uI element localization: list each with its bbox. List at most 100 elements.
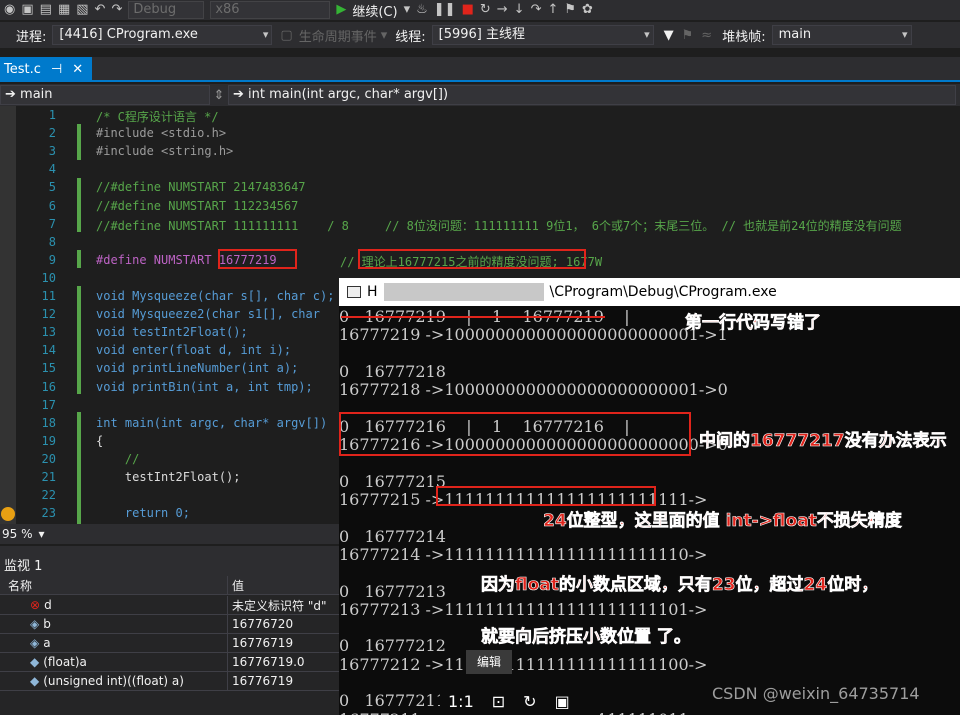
console-line: 0 16777213: [339, 581, 446, 601]
redo-icon[interactable]: ↷: [111, 0, 122, 20]
function-label: int main(int argc, char* argv[]): [248, 87, 449, 102]
watch-name-cell[interactable]: ◆ (unsigned int)((float) a): [0, 671, 228, 691]
zoom-level[interactable]: 95 %: [2, 527, 33, 541]
line-number: 3: [48, 144, 56, 159]
undo-icon[interactable]: ↶: [95, 0, 106, 20]
watch-value[interactable]: 16776720: [228, 617, 293, 631]
edit-button[interactable]: 编辑: [466, 650, 512, 674]
watch-value[interactable]: 16776719: [228, 674, 293, 688]
watch-row[interactable]: ◆ (unsigned int)((float) a) 16776719: [0, 671, 340, 691]
step-into-icon[interactable]: ↓: [514, 0, 525, 20]
code-line: //#define NUMSTART 111111111 / 8 // 8位没问…: [96, 218, 902, 233]
console-line: 0 16777215: [339, 471, 446, 491]
lifecycle-dropdown-icon[interactable]: ▾: [381, 28, 388, 43]
new-project-icon[interactable]: ▣: [21, 0, 33, 20]
save-all-icon[interactable]: ▧: [76, 0, 88, 20]
code-line: /* C程序设计语言 */: [96, 110, 219, 124]
annotation-box-24bits: [436, 486, 656, 506]
watch-row[interactable]: ◆ (float)a 16776719.0: [0, 652, 340, 672]
breakpoint-icon[interactable]: [1, 507, 15, 521]
step-over-icon[interactable]: ↷: [531, 0, 542, 20]
flag-icon[interactable]: ⚑: [682, 28, 694, 43]
play-icon[interactable]: ▶: [336, 0, 346, 20]
stop-icon[interactable]: ■: [462, 0, 474, 20]
column-name[interactable]: 名称: [0, 575, 228, 595]
function-select[interactable]: ➔ int main(int argc, char* argv[]): [228, 85, 956, 105]
stackframe-select[interactable]: main: [771, 25, 912, 45]
show-next-statement-icon[interactable]: →: [497, 0, 508, 20]
line-number: 23: [41, 506, 56, 521]
annotation-box-define: [218, 249, 297, 269]
annotation-box-16777216: [339, 412, 691, 456]
continue-button[interactable]: 继续(C): [352, 1, 397, 20]
line-number: 20: [41, 451, 56, 466]
rotate-icon[interactable]: ↻: [523, 692, 536, 711]
change-marker: [77, 178, 81, 232]
open-folder-icon[interactable]: ▤: [40, 0, 52, 20]
code-line: #include <stdio.h>: [96, 126, 227, 141]
close-icon[interactable]: ✕: [72, 62, 83, 77]
watch-value[interactable]: 未定义标识符 "d": [228, 597, 326, 614]
line-number: 2: [48, 126, 56, 141]
lifecycle-events-button[interactable]: 生命周期事件: [299, 26, 377, 45]
line-number: 16: [41, 379, 56, 394]
process-bar: 进程: [4416] CProgram.exe ▢ 生命周期事件 ▾ 线程: […: [0, 22, 960, 48]
hot-reload-icon[interactable]: ♨: [416, 0, 428, 20]
line-number: 7: [48, 216, 56, 231]
column-value[interactable]: 值: [228, 577, 244, 594]
watch-value[interactable]: 16776719: [228, 636, 293, 650]
code-line: void printLineNumber(int a);: [96, 361, 299, 376]
diagnostics-icon[interactable]: ⚑: [564, 0, 576, 20]
line-number: 11: [41, 289, 56, 303]
thread-select[interactable]: [5996] 主线程: [431, 25, 654, 45]
change-marker: [77, 412, 81, 524]
filter-icon[interactable]: ▼: [664, 28, 674, 43]
line-number: 22: [41, 488, 56, 503]
console-titlebar: H \CProgram\Debug\CProgram.exe: [339, 278, 960, 306]
save-icon[interactable]: ▣: [555, 692, 570, 711]
watch-name-cell[interactable]: ◈ b: [0, 614, 228, 634]
console-line: 0 16777218: [339, 361, 446, 381]
split-icon[interactable]: ⇕: [210, 88, 228, 103]
watch-row[interactable]: ◈ b 16776720: [0, 614, 340, 634]
watch-name-cell[interactable]: ◈ a: [0, 633, 228, 653]
code-line: void Mysqueeze(char s[], char c);: [96, 289, 335, 303]
config-select[interactable]: Debug: [128, 1, 205, 19]
tab-test-c[interactable]: Test.c ⊣ ✕: [0, 57, 92, 82]
watch-header: 名称 值: [0, 575, 340, 595]
code-line: return 0;: [96, 506, 190, 521]
watch-row[interactable]: ◈ a 16776719: [0, 633, 340, 653]
code-line: void printBin(int a, int tmp);: [96, 379, 313, 394]
annotation-wrong-line: 第一行代码写错了: [685, 313, 822, 334]
step-out-icon[interactable]: ↑: [547, 0, 558, 20]
scope-select[interactable]: ➔ main: [0, 85, 210, 105]
watch-name-cell[interactable]: ◆ (float)a: [0, 652, 228, 672]
actual-size-button[interactable]: 1:1: [448, 692, 474, 711]
watch-window: 监视 1 名称 值 ⊗ d 未定义标识符 "d" ◈ b 16776720 ◈ a 167767…: [0, 546, 340, 715]
back-icon[interactable]: ◉: [4, 0, 15, 20]
change-marker: [77, 250, 81, 268]
restart-icon[interactable]: ↻: [480, 0, 491, 20]
fit-icon[interactable]: ⊡: [492, 692, 505, 711]
watch-value[interactable]: 16776719.0: [228, 655, 305, 669]
expression-icon: ◆: [30, 674, 40, 688]
watch-name: d: [44, 598, 52, 612]
zoom-dropdown-icon[interactable]: ▾: [39, 527, 45, 541]
collapse-icon[interactable]: ≈: [701, 28, 712, 43]
pin-icon[interactable]: ⊣: [51, 62, 62, 77]
extensions-icon[interactable]: ✿: [582, 0, 593, 20]
watch-row[interactable]: ⊗ d 未定义标识符 "d": [0, 595, 340, 615]
arrow-icon: ➔: [5, 87, 21, 102]
process-select[interactable]: [4416] CProgram.exe: [52, 25, 273, 45]
code-line: void Mysqueeze2(char s1[], char: [96, 307, 320, 322]
dropdown-icon[interactable]: ▾: [404, 0, 411, 20]
arrow-icon: ➔: [233, 87, 249, 102]
strikeout-line: [341, 316, 605, 318]
watch-name-cell[interactable]: ⊗ d: [0, 595, 228, 615]
platform-select[interactable]: x86: [210, 1, 331, 19]
breakpoint-margin[interactable]: [0, 106, 16, 524]
pause-icon[interactable]: ❚❚: [434, 0, 456, 20]
save-icon[interactable]: ▦: [58, 0, 70, 20]
thread-label: 线程:: [395, 29, 426, 45]
image-viewer-toolbar: 1:1 ⊡ ↻ ▣: [440, 688, 600, 715]
